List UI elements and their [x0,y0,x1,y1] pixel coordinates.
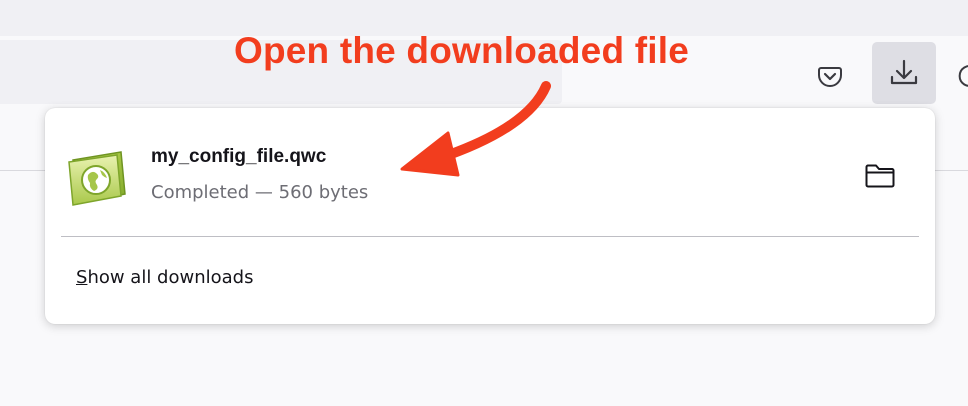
download-status: Completed — 560 bytes [151,182,369,203]
pocket-icon [818,67,842,87]
folder-icon [865,164,895,188]
panel-divider [61,236,919,237]
show-all-downloads-button[interactable]: Show all downloads [76,267,253,288]
account-icon [958,65,968,87]
show-in-folder-button[interactable] [857,156,903,196]
download-item[interactable]: my_config_file.qwc Completed — 560 bytes [45,108,935,236]
downloads-panel: my_config_file.qwc Completed — 560 bytes… [45,108,935,324]
accesskey-letter: S [76,267,88,288]
show-all-downloads-label: how all downloads [87,267,254,288]
download-file-name: my_config_file.qwc [151,146,327,167]
download-icon [890,59,918,85]
pocket-button[interactable] [810,54,850,98]
account-button[interactable] [952,54,968,98]
qwc-file-icon [68,151,126,206]
downloads-button[interactable] [872,42,936,104]
annotation-text: Open the downloaded file [234,30,689,71]
